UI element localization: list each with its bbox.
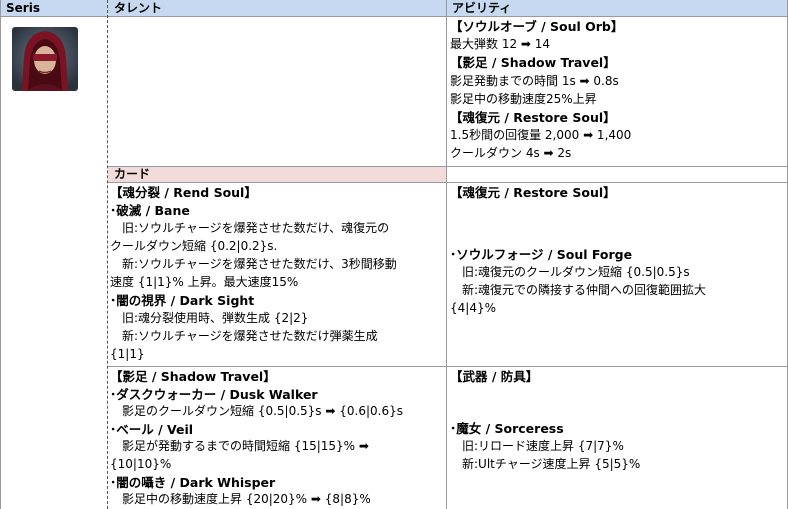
ability-header: アビリティ: [452, 1, 512, 15]
description-line: 影足が発動するまでの時間短縮 {15|15}% ➡: [110, 439, 369, 454]
grid-line: [0, 0, 1, 509]
description-line: 影足中の移動速度25%上昇: [450, 91, 597, 106]
card-rend-soul-cell: 【魂分裂 / Rend Soul】 ･破滅 / Bane 旧:ソウルチャージを爆発…: [110, 184, 444, 365]
ability-cell: 【ソウルオーブ / Soul Orb】 最大弾数 12 ➡ 14 【影足 / Sha…: [450, 18, 786, 164]
card-shadow-travel-cell: 【影足 / Shadow Travel】 ･ダスクウォーカー / Dusk Wal…: [110, 368, 444, 509]
grid-line: [108, 182, 788, 183]
description-line: 新:魂復元での隣接する仲間への回復範囲拡大: [450, 283, 707, 297]
card-header: カード: [114, 167, 151, 181]
description-line: 旧:ソウルチャージを爆発させた数だけ、魂復元の: [110, 221, 390, 235]
description-line: 1.5秒間の回復量 2,000 ➡ 1,400: [450, 128, 632, 143]
card-section-title: 【武器 / 防具】: [450, 369, 539, 384]
section-heading: ･魔女 / Sorceress: [450, 421, 564, 436]
grid-line: [0, 16, 788, 17]
section-heading: 【魂分裂 / Rend Soul】: [110, 185, 257, 200]
description-line: 旧:魂分裂使用時、弾数生成 {2|2}: [110, 311, 309, 325]
section-heading: ･破滅 / Bane: [110, 203, 190, 218]
grid-line: [108, 166, 788, 167]
character-name: Seris: [6, 1, 40, 15]
description-line: クールダウン短縮 {0.2|0.2}s.: [110, 239, 278, 253]
description-line: 新:Ultチャージ速度上昇 {5|5}%: [450, 457, 641, 471]
grid-line: [108, 366, 788, 367]
description-line: 新:ソウルチャージを爆発させた数だけ弾薬生成: [110, 329, 378, 343]
grid-line: [446, 0, 447, 509]
section-heading: 【ソウルオーブ / Soul Orb】: [450, 19, 624, 34]
description-line: 新:ソウルチャージを爆発させた数だけ、3秒間移動: [110, 257, 397, 271]
section-heading: 【影足 / Shadow Travel】: [110, 369, 276, 384]
description-line: クールダウン 4s ➡ 2s: [450, 146, 572, 161]
section-heading: ･ソウルフォージ / Soul Forge: [450, 247, 633, 262]
description-line: {10|10}%: [110, 457, 172, 471]
section-heading: ･ダスクウォーカー / Dusk Walker: [110, 386, 318, 402]
character-portrait: [12, 27, 78, 91]
section-heading: 【影足 / Shadow Travel】: [450, 55, 616, 71]
description-line: 旧:魂復元のクールダウン短縮 {0.5|0.5}s: [450, 265, 690, 279]
card-header-bg: [108, 166, 446, 182]
description-line: 速度 {1|1}% 上昇。最大速度15%: [110, 275, 299, 289]
dashed-divider: [107, 0, 108, 509]
section-heading: ･闇の視界 / Dark Sight: [110, 293, 255, 308]
section-heading: 【魂復元 / Restore Soul】: [450, 110, 616, 125]
card-restore-soul-cell: 【魂復元 / Restore Soul】 ･ソウルフォージ / Soul For…: [450, 184, 786, 365]
talent-header: タレント: [114, 1, 163, 15]
card-section-title: 【魂復元 / Restore Soul】: [450, 185, 616, 200]
description-line: 影足中の移動速度上昇 {20|20}% ➡ {8|8}%: [110, 492, 371, 507]
section-heading: ･ベール / Veil: [110, 421, 194, 437]
description-line: 最大弾数 12 ➡ 14: [450, 37, 551, 52]
description-line: {1|1}: [110, 347, 145, 361]
description-line: 旧:リロード速度上昇 {7|7}%: [450, 439, 624, 453]
description-line: {4|4}%: [450, 301, 496, 315]
card-equipment-cell: 【武器 / 防具】 ･魔女 / Sorceress 旧:リロード速度上昇 {7|…: [450, 368, 786, 509]
description-line: 影足発動までの時間 1s ➡ 0.8s: [450, 73, 619, 88]
section-heading: ･闇の囁き / Dark Whisper: [110, 474, 276, 490]
description-line: 影足のクールダウン短縮 {0.5|0.5}s ➡ {0.6|0.6}s: [110, 404, 403, 419]
